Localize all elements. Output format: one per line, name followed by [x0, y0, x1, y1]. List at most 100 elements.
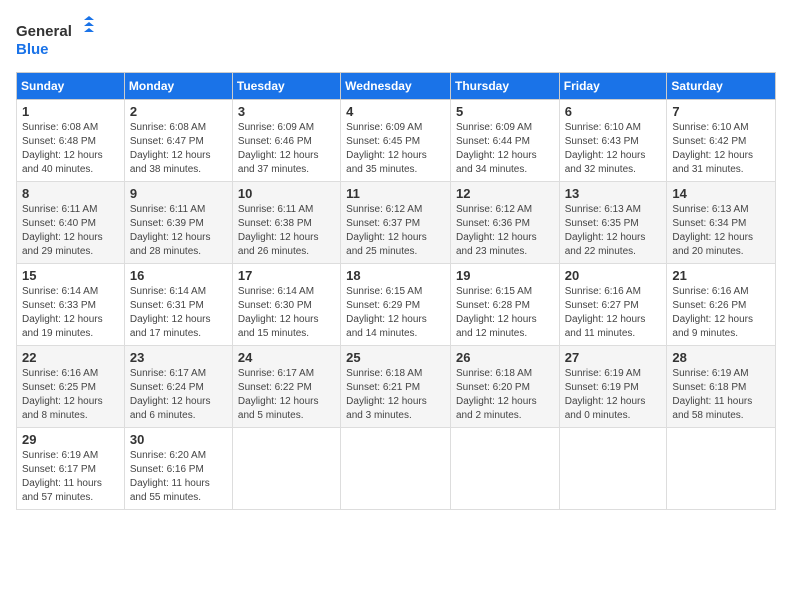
- day-number: 30: [130, 432, 227, 447]
- calendar-cell: 18 Sunrise: 6:15 AMSunset: 6:29 PMDaylig…: [341, 264, 451, 346]
- day-info: Sunrise: 6:10 AMSunset: 6:42 PMDaylight:…: [672, 122, 753, 175]
- day-number: 3: [238, 104, 335, 119]
- calendar-cell: 14 Sunrise: 6:13 AMSunset: 6:34 PMDaylig…: [667, 182, 776, 264]
- calendar-cell: 26 Sunrise: 6:18 AMSunset: 6:20 PMDaylig…: [450, 346, 559, 428]
- calendar-cell: 13 Sunrise: 6:13 AMSunset: 6:35 PMDaylig…: [559, 182, 667, 264]
- day-info: Sunrise: 6:09 AMSunset: 6:44 PMDaylight:…: [456, 122, 537, 175]
- calendar-cell: 17 Sunrise: 6:14 AMSunset: 6:30 PMDaylig…: [232, 264, 340, 346]
- calendar-cell: 3 Sunrise: 6:09 AMSunset: 6:46 PMDayligh…: [232, 100, 340, 182]
- calendar-cell: 10 Sunrise: 6:11 AMSunset: 6:38 PMDaylig…: [232, 182, 340, 264]
- calendar-cell: [232, 428, 340, 510]
- day-number: 16: [130, 268, 227, 283]
- weekday-header: Sunday: [17, 73, 125, 100]
- calendar-cell: 24 Sunrise: 6:17 AMSunset: 6:22 PMDaylig…: [232, 346, 340, 428]
- day-info: Sunrise: 6:16 AMSunset: 6:27 PMDaylight:…: [565, 286, 646, 339]
- day-info: Sunrise: 6:09 AMSunset: 6:45 PMDaylight:…: [346, 122, 427, 175]
- day-number: 15: [22, 268, 119, 283]
- calendar-cell: 23 Sunrise: 6:17 AMSunset: 6:24 PMDaylig…: [124, 346, 232, 428]
- day-number: 14: [672, 186, 770, 201]
- day-info: Sunrise: 6:19 AMSunset: 6:17 PMDaylight:…: [22, 450, 102, 503]
- day-number: 27: [565, 350, 662, 365]
- calendar-cell: 4 Sunrise: 6:09 AMSunset: 6:45 PMDayligh…: [341, 100, 451, 182]
- day-info: Sunrise: 6:14 AMSunset: 6:33 PMDaylight:…: [22, 286, 103, 339]
- day-info: Sunrise: 6:14 AMSunset: 6:30 PMDaylight:…: [238, 286, 319, 339]
- calendar-cell: 11 Sunrise: 6:12 AMSunset: 6:37 PMDaylig…: [341, 182, 451, 264]
- calendar-cell: [559, 428, 667, 510]
- day-number: 25: [346, 350, 445, 365]
- calendar-table: SundayMondayTuesdayWednesdayThursdayFrid…: [16, 72, 776, 510]
- day-info: Sunrise: 6:08 AMSunset: 6:47 PMDaylight:…: [130, 122, 211, 175]
- day-number: 6: [565, 104, 662, 119]
- weekday-header: Wednesday: [341, 73, 451, 100]
- day-number: 28: [672, 350, 770, 365]
- day-number: 9: [130, 186, 227, 201]
- day-info: Sunrise: 6:14 AMSunset: 6:31 PMDaylight:…: [130, 286, 211, 339]
- day-number: 19: [456, 268, 554, 283]
- day-number: 22: [22, 350, 119, 365]
- calendar-cell: 19 Sunrise: 6:15 AMSunset: 6:28 PMDaylig…: [450, 264, 559, 346]
- calendar-cell: [450, 428, 559, 510]
- day-number: 17: [238, 268, 335, 283]
- calendar-cell: 1 Sunrise: 6:08 AMSunset: 6:48 PMDayligh…: [17, 100, 125, 182]
- day-number: 24: [238, 350, 335, 365]
- day-number: 12: [456, 186, 554, 201]
- svg-text:General: General: [16, 23, 72, 40]
- calendar-cell: 6 Sunrise: 6:10 AMSunset: 6:43 PMDayligh…: [559, 100, 667, 182]
- day-info: Sunrise: 6:12 AMSunset: 6:36 PMDaylight:…: [456, 204, 537, 257]
- day-number: 11: [346, 186, 445, 201]
- weekday-header: Friday: [559, 73, 667, 100]
- day-number: 23: [130, 350, 227, 365]
- day-info: Sunrise: 6:15 AMSunset: 6:29 PMDaylight:…: [346, 286, 427, 339]
- day-number: 29: [22, 432, 119, 447]
- day-info: Sunrise: 6:18 AMSunset: 6:21 PMDaylight:…: [346, 368, 427, 421]
- day-info: Sunrise: 6:11 AMSunset: 6:40 PMDaylight:…: [22, 204, 103, 257]
- page-container: General Blue SundayMondayTuesdayWednesda…: [0, 0, 792, 520]
- calendar-cell: 15 Sunrise: 6:14 AMSunset: 6:33 PMDaylig…: [17, 264, 125, 346]
- day-info: Sunrise: 6:16 AMSunset: 6:26 PMDaylight:…: [672, 286, 753, 339]
- weekday-header: Monday: [124, 73, 232, 100]
- logo-svg: General Blue: [16, 16, 96, 60]
- day-number: 1: [22, 104, 119, 119]
- calendar-cell: 5 Sunrise: 6:09 AMSunset: 6:44 PMDayligh…: [450, 100, 559, 182]
- day-info: Sunrise: 6:13 AMSunset: 6:34 PMDaylight:…: [672, 204, 753, 257]
- day-info: Sunrise: 6:18 AMSunset: 6:20 PMDaylight:…: [456, 368, 537, 421]
- day-info: Sunrise: 6:08 AMSunset: 6:48 PMDaylight:…: [22, 122, 103, 175]
- day-info: Sunrise: 6:10 AMSunset: 6:43 PMDaylight:…: [565, 122, 646, 175]
- calendar-cell: 16 Sunrise: 6:14 AMSunset: 6:31 PMDaylig…: [124, 264, 232, 346]
- svg-text:Blue: Blue: [16, 41, 49, 58]
- calendar-cell: 8 Sunrise: 6:11 AMSunset: 6:40 PMDayligh…: [17, 182, 125, 264]
- day-number: 20: [565, 268, 662, 283]
- day-info: Sunrise: 6:13 AMSunset: 6:35 PMDaylight:…: [565, 204, 646, 257]
- day-info: Sunrise: 6:09 AMSunset: 6:46 PMDaylight:…: [238, 122, 319, 175]
- day-number: 13: [565, 186, 662, 201]
- day-number: 2: [130, 104, 227, 119]
- day-number: 21: [672, 268, 770, 283]
- day-info: Sunrise: 6:17 AMSunset: 6:22 PMDaylight:…: [238, 368, 319, 421]
- calendar-cell: 28 Sunrise: 6:19 AMSunset: 6:18 PMDaylig…: [667, 346, 776, 428]
- day-number: 26: [456, 350, 554, 365]
- day-number: 8: [22, 186, 119, 201]
- calendar-cell: 2 Sunrise: 6:08 AMSunset: 6:47 PMDayligh…: [124, 100, 232, 182]
- calendar-cell: 29 Sunrise: 6:19 AMSunset: 6:17 PMDaylig…: [17, 428, 125, 510]
- day-info: Sunrise: 6:20 AMSunset: 6:16 PMDaylight:…: [130, 450, 210, 503]
- day-number: 10: [238, 186, 335, 201]
- logo: General Blue: [16, 16, 96, 60]
- calendar-cell: 25 Sunrise: 6:18 AMSunset: 6:21 PMDaylig…: [341, 346, 451, 428]
- calendar-cell: 21 Sunrise: 6:16 AMSunset: 6:26 PMDaylig…: [667, 264, 776, 346]
- day-number: 18: [346, 268, 445, 283]
- day-number: 7: [672, 104, 770, 119]
- calendar-cell: 7 Sunrise: 6:10 AMSunset: 6:42 PMDayligh…: [667, 100, 776, 182]
- day-info: Sunrise: 6:17 AMSunset: 6:24 PMDaylight:…: [130, 368, 211, 421]
- weekday-header: Tuesday: [232, 73, 340, 100]
- calendar-cell: 22 Sunrise: 6:16 AMSunset: 6:25 PMDaylig…: [17, 346, 125, 428]
- day-info: Sunrise: 6:16 AMSunset: 6:25 PMDaylight:…: [22, 368, 103, 421]
- day-info: Sunrise: 6:12 AMSunset: 6:37 PMDaylight:…: [346, 204, 427, 257]
- weekday-header: Saturday: [667, 73, 776, 100]
- calendar-cell: 9 Sunrise: 6:11 AMSunset: 6:39 PMDayligh…: [124, 182, 232, 264]
- day-info: Sunrise: 6:19 AMSunset: 6:19 PMDaylight:…: [565, 368, 646, 421]
- calendar-cell: 12 Sunrise: 6:12 AMSunset: 6:36 PMDaylig…: [450, 182, 559, 264]
- calendar-cell: 30 Sunrise: 6:20 AMSunset: 6:16 PMDaylig…: [124, 428, 232, 510]
- day-number: 5: [456, 104, 554, 119]
- day-info: Sunrise: 6:11 AMSunset: 6:39 PMDaylight:…: [130, 204, 211, 257]
- day-info: Sunrise: 6:11 AMSunset: 6:38 PMDaylight:…: [238, 204, 319, 257]
